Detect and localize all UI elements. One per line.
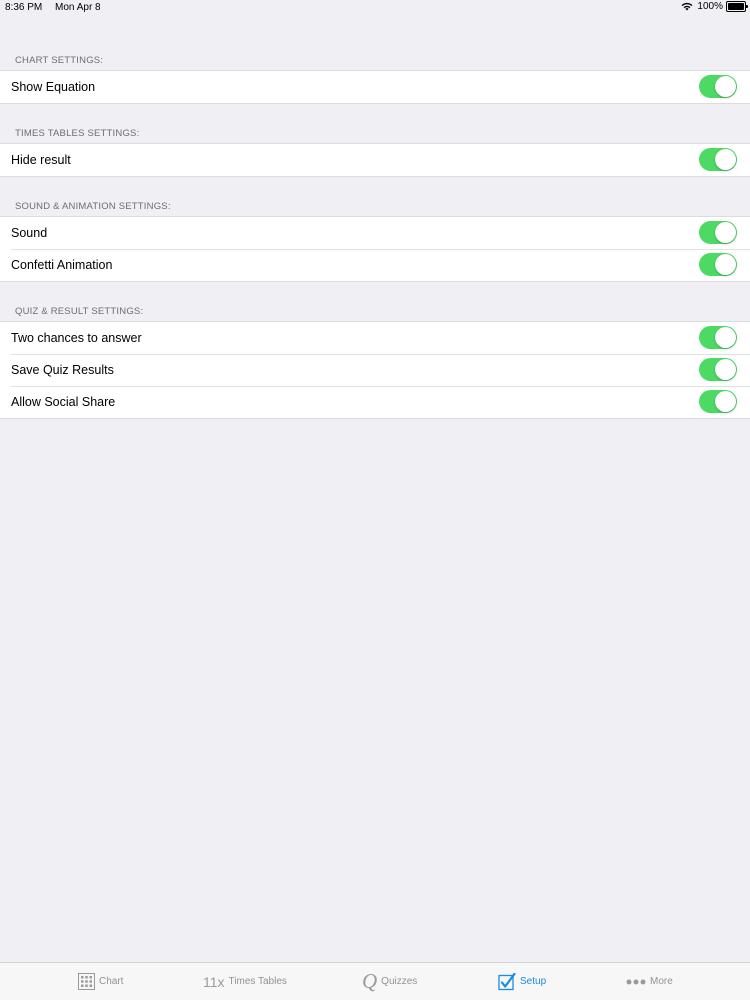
group-quiz-result-settings: Two chances to answer Save Quiz Results …: [0, 321, 750, 419]
tab-chart[interactable]: Chart: [78, 963, 123, 1000]
section-header-sound-animation: SOUND & ANIMATION SETTINGS:: [15, 201, 171, 212]
group-sound-animation-settings: Sound Confetti Animation: [0, 216, 750, 282]
row-allow-social-share: Allow Social Share: [0, 386, 750, 418]
tab-more[interactable]: More: [626, 963, 673, 1000]
status-bar: 8:36 PM Mon Apr 8 100%: [0, 0, 750, 16]
quiz-q-icon: Q: [362, 969, 378, 993]
tab-label: More: [650, 976, 673, 987]
two-chances-toggle[interactable]: [699, 326, 737, 349]
toggle-knob: [715, 359, 736, 380]
toggle-knob: [715, 222, 736, 243]
tab-bar: Chart 11x Times Tables Q Quizzes Setup M…: [0, 962, 750, 1000]
row-label: Hide result: [11, 153, 71, 167]
group-times-tables-settings: Hide result: [0, 143, 750, 177]
status-time: 8:36 PM: [5, 2, 43, 13]
sound-toggle[interactable]: [699, 221, 737, 244]
group-chart-settings: Show Equation: [0, 70, 750, 104]
row-two-chances: Two chances to answer: [0, 322, 750, 354]
row-show-equation: Show Equation: [0, 71, 750, 103]
status-right: 100%: [681, 1, 748, 12]
row-label: Save Quiz Results: [11, 363, 114, 377]
section-header-times-tables: TIMES TABLES SETTINGS:: [15, 128, 140, 139]
tab-label: Setup: [520, 976, 547, 987]
section-header-quiz-result: QUIZ & RESULT SETTINGS:: [15, 306, 144, 317]
toggle-knob: [715, 391, 736, 412]
times-tables-icon: 11x: [203, 973, 225, 990]
confetti-animation-toggle[interactable]: [699, 253, 737, 276]
tab-label: Chart: [99, 976, 124, 987]
row-label: Confetti Animation: [11, 258, 113, 272]
tab-setup[interactable]: Setup: [498, 963, 546, 1000]
row-label: Allow Social Share: [11, 395, 116, 409]
toggle-knob: [715, 149, 736, 170]
status-left: 8:36 PM Mon Apr 8: [5, 2, 101, 13]
row-hide-result: Hide result: [0, 144, 750, 176]
toggle-knob: [715, 254, 736, 275]
checkbox-icon: [498, 972, 516, 991]
battery-icon: [726, 1, 748, 12]
status-date: Mon Apr 8: [55, 2, 101, 13]
hide-result-toggle[interactable]: [699, 148, 737, 171]
show-equation-toggle[interactable]: [699, 75, 737, 98]
battery-percent: 100%: [697, 1, 723, 12]
allow-social-share-toggle[interactable]: [699, 390, 737, 413]
row-confetti-animation: Confetti Animation: [0, 249, 750, 281]
save-quiz-results-toggle[interactable]: [699, 358, 737, 381]
ellipsis-icon: [626, 979, 646, 985]
tab-quizzes[interactable]: Q Quizzes: [362, 963, 417, 1000]
toggle-knob: [715, 76, 736, 97]
section-header-chart: CHART SETTINGS:: [15, 55, 104, 66]
toggle-knob: [715, 327, 736, 348]
tab-times-tables[interactable]: 11x Times Tables: [203, 963, 287, 1000]
grid-icon: [78, 973, 95, 990]
row-save-quiz-results: Save Quiz Results: [0, 354, 750, 386]
tab-label: Quizzes: [381, 976, 418, 987]
tab-label: Times Tables: [228, 976, 287, 987]
row-label: Two chances to answer: [11, 331, 142, 345]
row-sound: Sound: [0, 217, 750, 249]
row-label: Show Equation: [11, 80, 96, 94]
row-label: Sound: [11, 226, 48, 240]
wifi-icon: [682, 2, 693, 11]
